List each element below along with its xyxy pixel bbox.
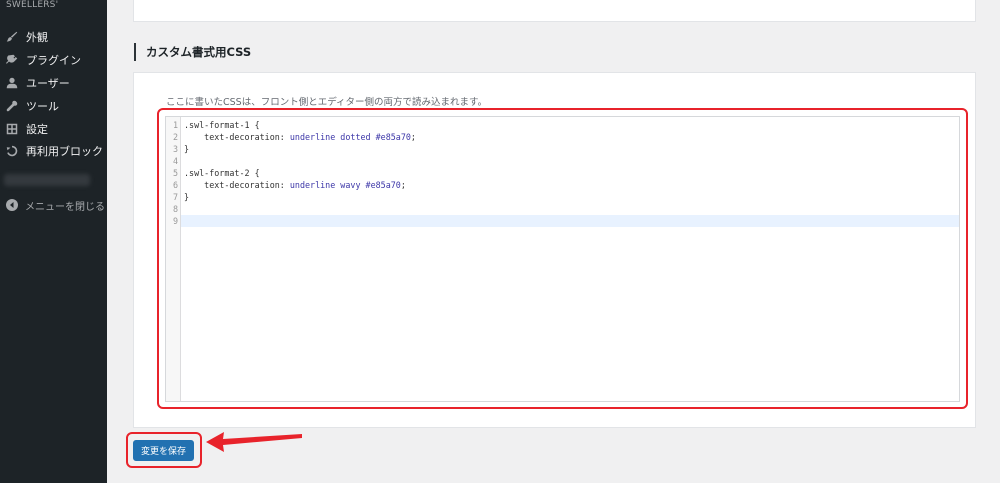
sidebar-item-label: プラグイン — [26, 54, 81, 67]
users-icon — [5, 76, 19, 90]
sidebar-item-label: 再利用ブロック — [26, 145, 103, 158]
blurred-menu-item — [4, 174, 90, 186]
collapse-menu-button[interactable]: メニューを閉じる — [0, 196, 107, 214]
section-title: カスタム書式用CSS — [134, 43, 251, 61]
sidebar-item-label: ツール — [26, 100, 59, 113]
settings-icon — [5, 122, 19, 136]
plugins-icon — [5, 53, 19, 67]
sidebar-item-users[interactable]: ユーザー — [0, 72, 107, 94]
sidebar-item-label: ユーザー — [26, 77, 70, 90]
paintbrush-icon — [5, 30, 19, 44]
annotation-arrow-icon — [206, 432, 302, 452]
sidebar-item-settings[interactable]: 設定 — [0, 118, 107, 140]
section-description: ここに書いたCSSは、フロント側とエディター側の両方で読み込まれます。 — [166, 97, 488, 108]
admin-sidebar: SWELLERS' 外観 プラグイン ユーザー ツール 設定 再利用ブロック メ… — [0, 0, 107, 483]
sidebar-item-label: 設定 — [26, 123, 48, 136]
reusable-blocks-icon — [5, 144, 19, 158]
sidebar-item-plugins[interactable]: プラグイン — [0, 49, 107, 71]
sidebar-item-reusable-blocks[interactable]: 再利用ブロック — [0, 140, 107, 162]
sidebar-item-appearance[interactable]: 外観 — [0, 26, 107, 48]
save-changes-button[interactable]: 変更を保存 — [133, 440, 194, 461]
tools-icon — [5, 99, 19, 113]
sidebar-item-tools[interactable]: ツール — [0, 95, 107, 117]
collapse-arrow-icon — [6, 199, 18, 211]
brand-label: SWELLERS' — [6, 0, 59, 10]
previous-settings-panel — [133, 0, 976, 22]
sidebar-item-label: 外観 — [26, 31, 48, 44]
collapse-menu-label: メニューを閉じる — [25, 201, 105, 213]
editor-highlight-frame — [157, 108, 968, 409]
